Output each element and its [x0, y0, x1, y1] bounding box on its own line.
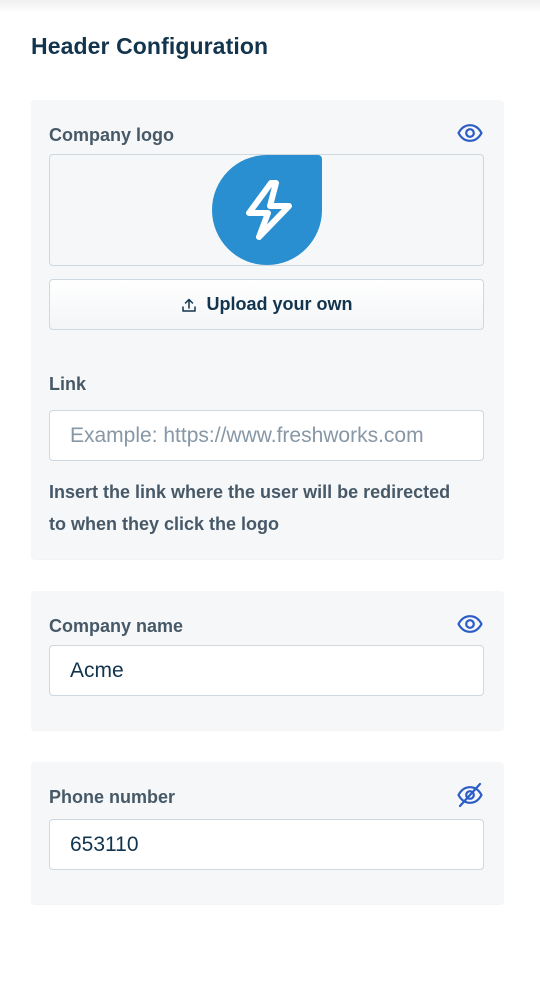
upload-icon	[181, 298, 196, 312]
phone-number-card: Phone number	[31, 762, 504, 904]
eye-icon	[457, 615, 483, 633]
eye-off-icon	[457, 782, 483, 808]
logo-preview	[49, 154, 484, 266]
top-shadow	[0, 0, 540, 14]
company-logo-label: Company logo	[49, 125, 174, 145]
phone-number-label: Phone number	[49, 787, 176, 807]
link-input[interactable]	[49, 410, 484, 461]
lightning-bolt-icon	[246, 180, 292, 240]
company-name-input[interactable]	[49, 645, 484, 696]
link-help-text: Insert the link where the user will be r…	[49, 482, 451, 534]
upload-logo-button[interactable]: Upload your own	[49, 279, 484, 330]
company-name-label: Company name	[49, 616, 184, 636]
link-label: Link	[49, 374, 87, 394]
company-logo	[212, 155, 322, 265]
company-logo-card: Company logo Upload your own Link Insert…	[31, 100, 504, 559]
name-visibility-toggle[interactable]	[456, 612, 484, 636]
upload-logo-label: Upload your own	[206, 294, 353, 314]
logo-visibility-toggle[interactable]	[456, 121, 484, 145]
page-title: Header Configuration	[31, 33, 269, 59]
company-name-card: Company name	[31, 591, 504, 730]
phone-visibility-toggle[interactable]	[456, 782, 484, 808]
phone-number-input[interactable]	[49, 819, 484, 870]
eye-icon	[457, 124, 483, 142]
